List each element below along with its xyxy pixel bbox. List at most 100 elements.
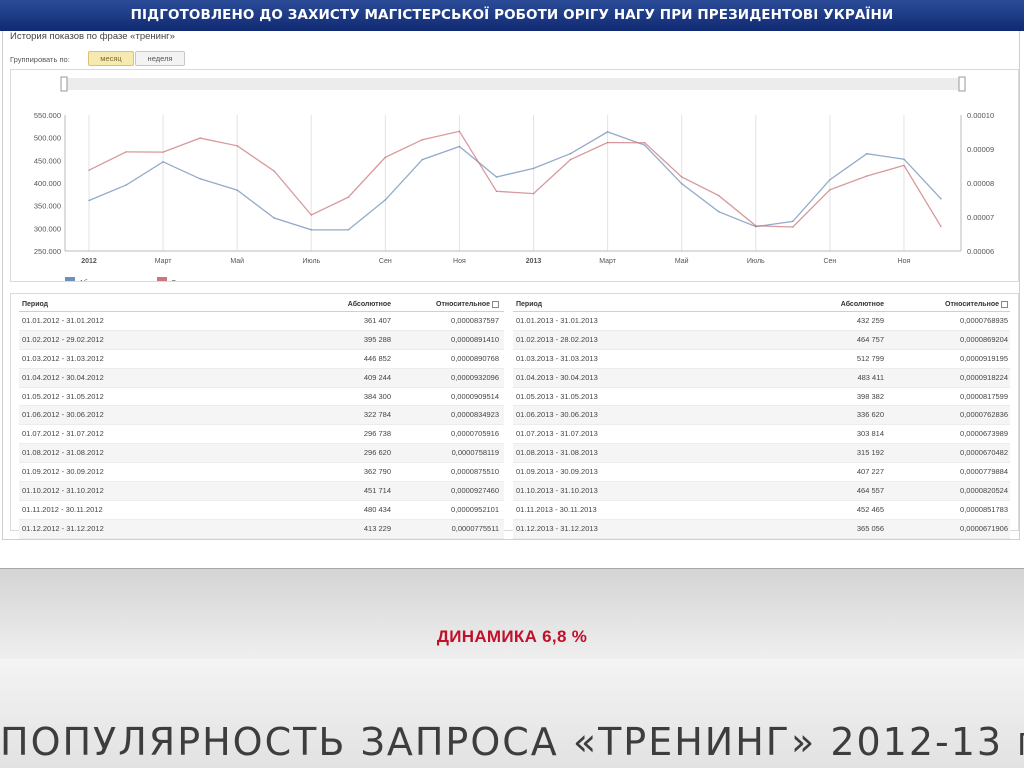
point-absolute xyxy=(569,153,572,155)
cell-period: 01.08.2012 - 31.08.2012 xyxy=(22,448,104,458)
cell-absolute: 395 288 xyxy=(363,334,391,344)
point-absolute xyxy=(421,158,423,161)
history-title: История показов по фразе «тренинг» xyxy=(10,31,175,42)
point-relative xyxy=(199,137,201,139)
cell-relative: 0,0000834923 xyxy=(451,410,499,420)
header-relative[interactable]: Относительное xyxy=(436,298,499,311)
legend-relative-label: Относительное xyxy=(171,280,221,281)
point-absolute xyxy=(384,199,386,201)
cell-relative: 0,0000705916 xyxy=(451,429,499,439)
point-relative xyxy=(421,139,423,141)
cell-absolute: 361 407 xyxy=(363,316,391,325)
x-tick-label: Март xyxy=(599,258,617,265)
series-line-relative xyxy=(88,130,942,228)
group-by-label: Группировать по: xyxy=(10,55,70,64)
x-tick-label: 2013 xyxy=(526,258,542,265)
cell-period: 01.10.2012 - 31.10.2012 xyxy=(22,486,104,496)
cell-absolute: 322 784 xyxy=(363,410,391,420)
cell-relative: 0,0000927460 xyxy=(451,486,499,496)
table-row: 01.11.2013 - 30.11.2013 452 465 0,00008517… xyxy=(513,501,1010,520)
cell-period: 01.11.2012 - 30.11.2012 xyxy=(22,504,103,514)
group-week-button[interactable]: неделя xyxy=(135,51,185,66)
point-relative xyxy=(495,190,498,192)
series-line-absolute xyxy=(88,131,942,231)
cell-period: 01.07.2013 - 31.07.2013 xyxy=(516,429,598,439)
point-relative xyxy=(384,156,386,158)
help-icon[interactable] xyxy=(1001,300,1008,308)
cell-period: 01.03.2012 - 31.03.2012 xyxy=(22,353,104,363)
point-absolute xyxy=(718,211,720,213)
x-tick-label: Сен xyxy=(823,258,836,265)
point-absolute xyxy=(681,183,683,185)
point-absolute xyxy=(644,144,646,146)
cell-period: 01.12.2012 - 31.12.2012 xyxy=(22,523,104,533)
cell-period: 01.12.2013 - 31.12.2013 xyxy=(516,523,598,533)
table-row: 01.12.2013 - 31.12.2013 365 056 0,00006719… xyxy=(513,519,1010,539)
point-relative xyxy=(940,225,942,228)
point-relative xyxy=(607,141,609,144)
x-tick-label: Июль xyxy=(302,258,320,265)
cell-relative: 0,0000768935 xyxy=(960,316,1008,325)
point-absolute xyxy=(829,179,831,181)
help-icon[interactable] xyxy=(492,300,499,308)
point-absolute xyxy=(495,176,498,178)
cell-relative: 0,0000779884 xyxy=(960,467,1008,477)
cell-period: 01.01.2013 - 31.01.2013 xyxy=(516,316,598,325)
header-relative[interactable]: Относительное xyxy=(945,298,1008,311)
cell-absolute: 451 714 xyxy=(363,486,391,496)
x-tick-label: Май xyxy=(230,257,244,265)
point-absolute xyxy=(347,229,349,231)
cell-absolute: 483 411 xyxy=(857,372,884,382)
cell-relative: 0,0000670482 xyxy=(960,448,1008,458)
table-row: 01.03.2012 - 31.03.2012 446 852 0,00008907… xyxy=(19,350,504,369)
cell-relative: 0,0000869204 xyxy=(960,334,1008,344)
cell-absolute: 362 790 xyxy=(363,467,391,477)
range-handle-right xyxy=(958,76,966,92)
table-header-row: Период Абсолютное Относительное xyxy=(513,298,1010,312)
line-chart: 250.000 300.000 350.000 400.000 450.000 500.0… xyxy=(34,76,994,281)
cell-period: 01.09.2012 - 30.09.2012 xyxy=(22,467,104,477)
y-right-tick-label: 0.00006 xyxy=(967,247,994,256)
x-tick-label: Июль xyxy=(747,258,765,265)
table-row: 01.08.2013 - 31.08.2013 315 192 0,00006704… xyxy=(513,444,1010,464)
cell-relative: 0,0000673989 xyxy=(960,429,1008,439)
x-tick-label: Май xyxy=(675,257,689,265)
header-absolute[interactable]: Абсолютное xyxy=(348,298,391,311)
point-absolute xyxy=(792,220,794,223)
cell-relative: 0,0000875510 xyxy=(451,467,499,477)
y-left-tick-label: 500.000 xyxy=(34,134,61,143)
cell-relative: 0,0000671906 xyxy=(960,523,1008,533)
cell-period: 01.02.2013 - 28.02.2013 xyxy=(516,334,598,344)
stats-table-2013: Период Абсолютное Относительное 01.01.2013 … xyxy=(513,298,1010,539)
cell-absolute: 452 465 xyxy=(856,504,884,514)
cell-absolute: 365 056 xyxy=(856,523,884,533)
group-month-button[interactable]: месяц xyxy=(88,51,134,66)
dynamics-label: ДИНАМИКА 6,8 % xyxy=(436,627,588,646)
point-absolute xyxy=(903,158,905,160)
cell-period: 01.03.2013 - 31.03.2013 xyxy=(516,353,598,363)
x-tick-label: 2012 xyxy=(81,258,97,265)
header-absolute[interactable]: Абсолютное xyxy=(841,298,884,311)
table-row: 01.05.2013 - 31.05.2013 398 382 0,00008175… xyxy=(513,388,1010,407)
cell-absolute: 398 382 xyxy=(856,391,884,401)
cell-relative: 0,0000820524 xyxy=(960,486,1008,496)
point-relative xyxy=(458,130,461,132)
cell-absolute: 512 799 xyxy=(856,353,884,363)
slide-banner: ПІДГОТОВЛЕНО ДО ЗАХИСТУ МАГІСТЕРСЬКОЇ РО… xyxy=(0,0,1024,33)
point-relative xyxy=(866,175,868,177)
cell-absolute: 413 229 xyxy=(363,523,391,533)
x-tick-label: Март xyxy=(155,258,173,265)
cell-period: 01.07.2012 - 31.07.2012 xyxy=(22,429,104,439)
cell-relative: 0,0000891410 xyxy=(451,334,499,344)
point-relative xyxy=(829,189,831,191)
cell-absolute: 303 814 xyxy=(856,429,884,439)
table-row: 01.02.2013 - 28.02.2013 464 757 0,00008692… xyxy=(513,330,1010,350)
x-tick-label: Ноя xyxy=(898,258,911,265)
table-row: 01.05.2012 - 31.05.2012 384 300 0,00009095… xyxy=(19,388,504,407)
cell-period: 01.05.2013 - 31.05.2013 xyxy=(516,391,598,401)
point-absolute xyxy=(162,161,164,163)
chart-panel: 250.000 300.000 350.000 400.000 450.000 500.0… xyxy=(10,69,1019,282)
cell-absolute: 296 620 xyxy=(363,448,391,458)
header-period: Период xyxy=(516,301,543,308)
point-relative xyxy=(718,195,720,197)
